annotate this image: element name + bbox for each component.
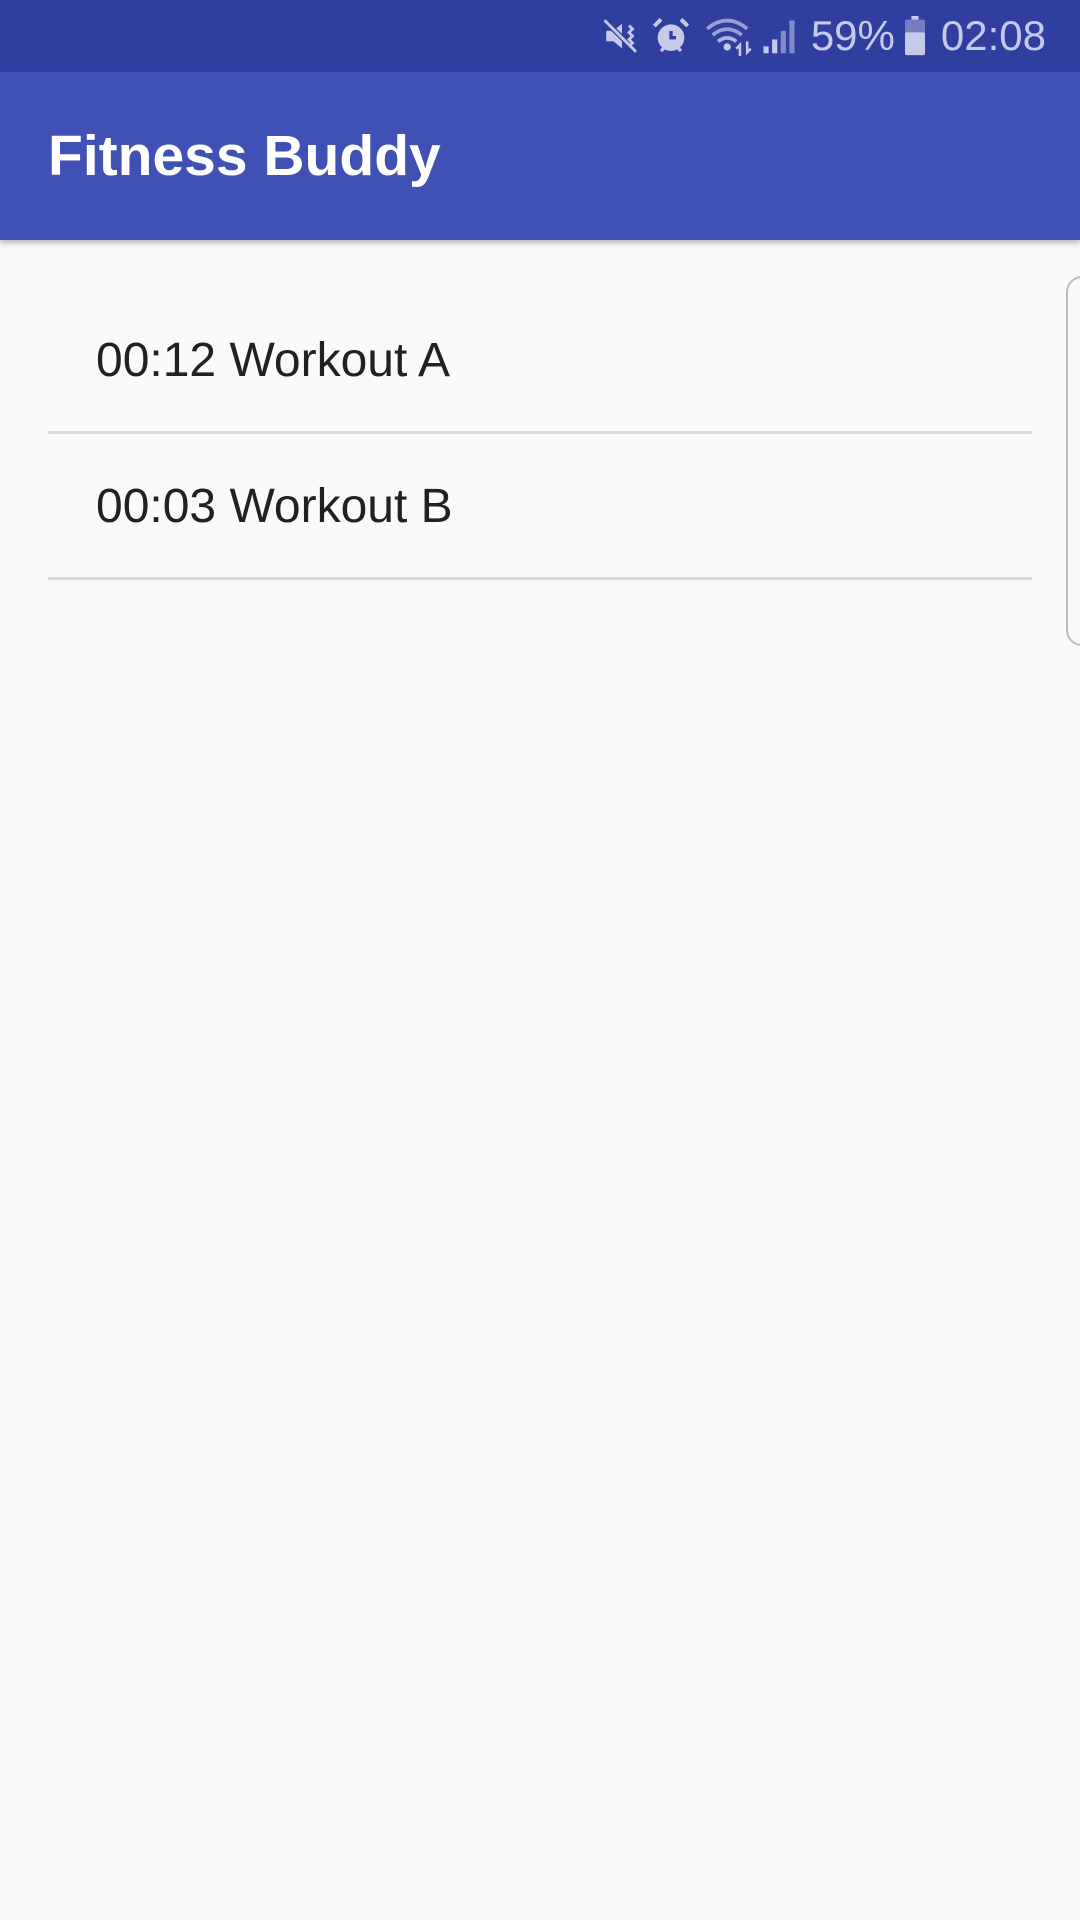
edge-panel-handle[interactable] (1066, 276, 1080, 646)
status-icons: 59% 02:08 (601, 0, 1046, 72)
app-toolbar: Fitness Buddy (0, 72, 1080, 240)
workout-label: 00:03 Workout B (96, 480, 453, 533)
status-bar: 59% 02:08 (0, 0, 1080, 72)
workout-list-item[interactable]: 00:03 Workout B (48, 434, 1032, 580)
clock: 02:08 (940, 12, 1046, 59)
app-title: Fitness Buddy (48, 124, 441, 188)
battery-icon (903, 0, 927, 72)
battery-percent: 59% (810, 12, 895, 59)
signal-icon (761, 0, 797, 72)
alarm-icon (651, 0, 691, 72)
app-screen: 59% 02:08 Fitness Buddy 00:12 Workout A … (0, 0, 1080, 1920)
mute-vibrate-icon (601, 0, 643, 72)
wifi-icon (705, 0, 753, 72)
workout-label: 00:12 Workout A (96, 334, 450, 387)
workout-list-item[interactable]: 00:12 Workout A (48, 288, 1032, 434)
